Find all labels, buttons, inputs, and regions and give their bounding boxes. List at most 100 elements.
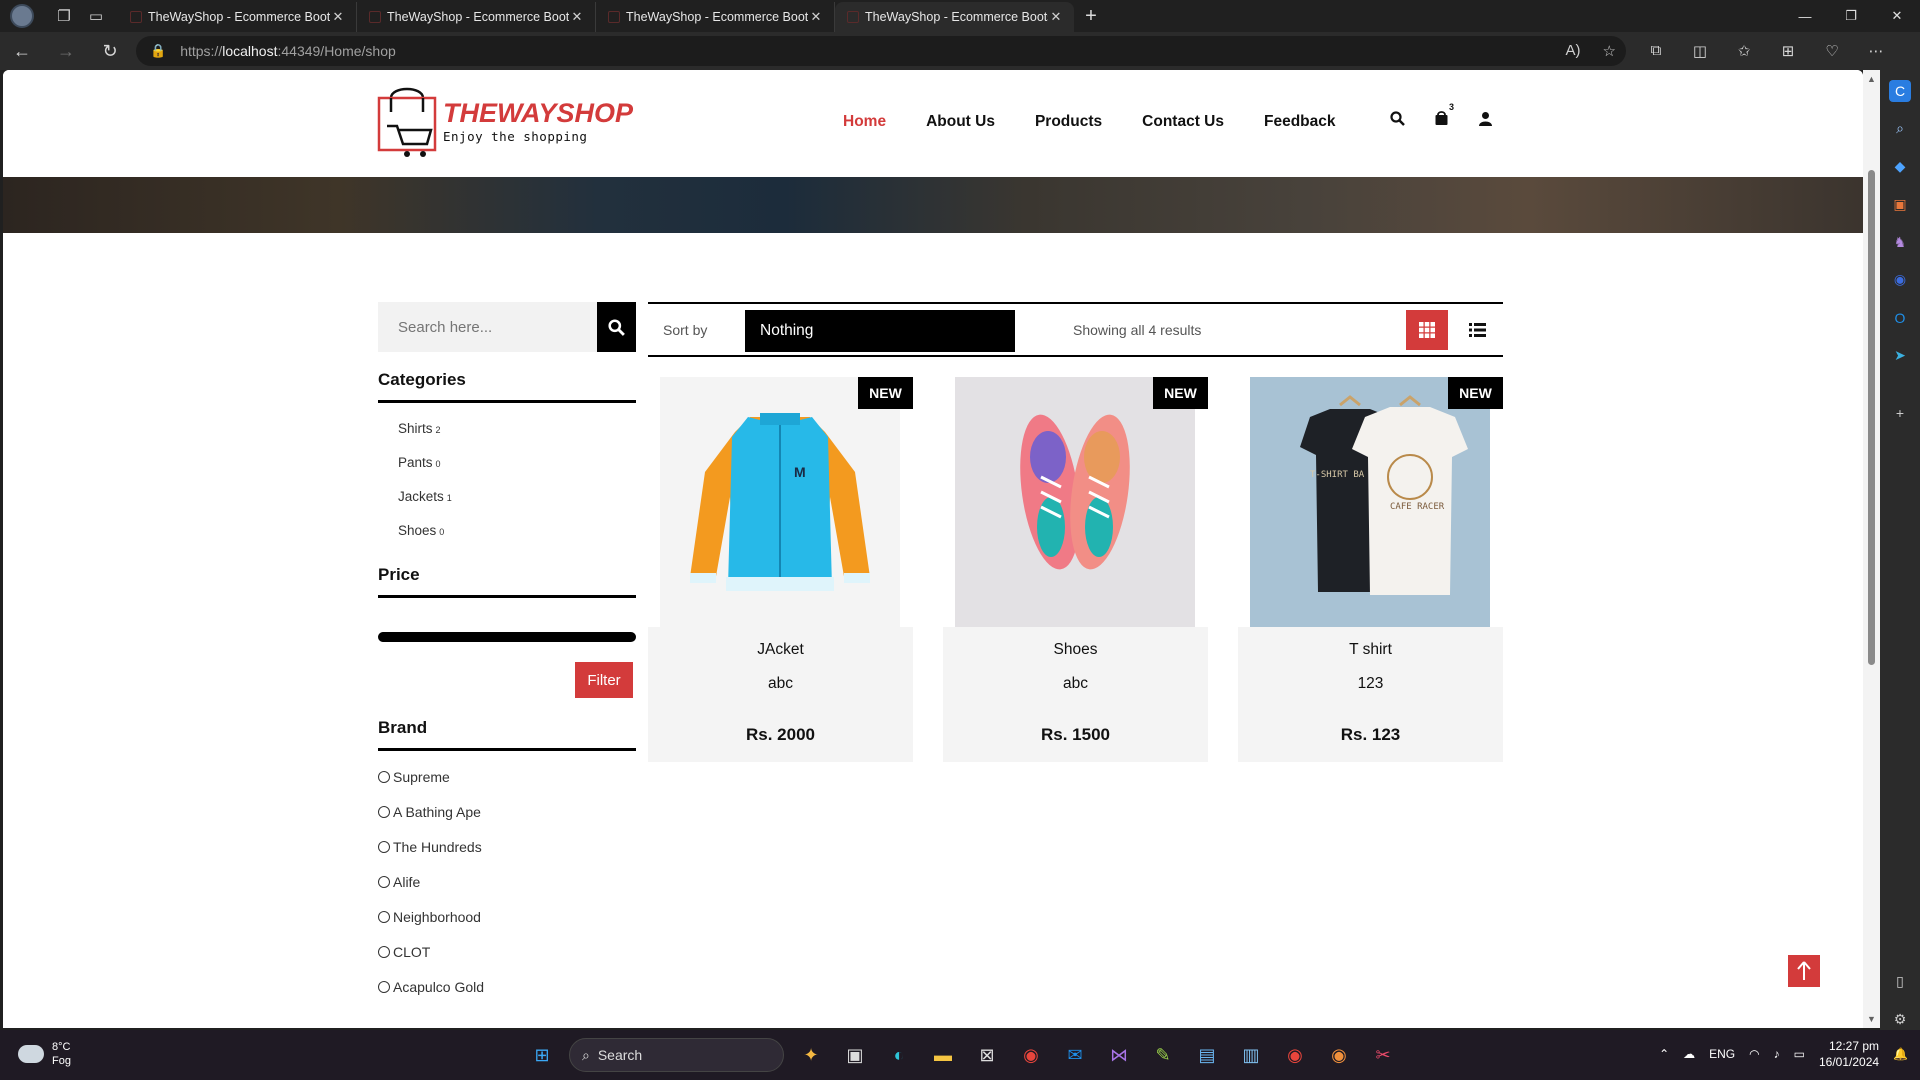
back-to-top-button[interactable] xyxy=(1788,955,1820,987)
browser-tab[interactable]: TheWayShop - Ecommerce Bootst ✕ xyxy=(596,2,835,32)
snipping-tool-icon[interactable]: ✂ xyxy=(1366,1038,1400,1072)
shopping-icon[interactable]: ◆ xyxy=(1889,156,1911,178)
tools-icon[interactable]: ▣ xyxy=(1889,193,1911,215)
radio-icon[interactable] xyxy=(378,806,390,818)
brand-option[interactable]: Acapulco Gold xyxy=(378,979,636,1014)
product-image[interactable]: CAFE RACER T-SHIRT BA xyxy=(1250,377,1490,627)
chrome-profile-icon[interactable]: ◉ xyxy=(1322,1038,1356,1072)
user-icon[interactable] xyxy=(1474,111,1496,131)
more-menu-icon[interactable]: ⋯ xyxy=(1854,42,1898,60)
outlook-icon[interactable]: O xyxy=(1889,307,1911,329)
notepad-icon[interactable]: ▥ xyxy=(1234,1038,1268,1072)
copilot-icon[interactable]: C xyxy=(1889,80,1911,102)
radio-icon[interactable] xyxy=(378,876,390,888)
chevron-up-icon[interactable]: ⌃ xyxy=(1659,1047,1669,1061)
scrollbar-thumb[interactable] xyxy=(1868,170,1875,665)
scroll-up-icon[interactable]: ▲ xyxy=(1867,74,1876,84)
brand-option[interactable]: A Bathing Ape xyxy=(378,804,636,839)
favorite-star-icon[interactable]: ☆ xyxy=(1603,42,1616,60)
search-icon[interactable] xyxy=(1386,110,1408,131)
file-explorer-icon[interactable]: ▬ xyxy=(926,1038,960,1072)
copilot-taskbar-icon[interactable]: ✦ xyxy=(794,1038,828,1072)
close-tab-icon[interactable]: ✕ xyxy=(569,9,585,25)
read-aloud-icon[interactable]: A) xyxy=(1566,42,1581,60)
windows-start-icon[interactable]: ⊞ xyxy=(525,1038,559,1072)
radio-icon[interactable] xyxy=(378,841,390,853)
favorites-icon[interactable]: ✩ xyxy=(1722,42,1766,60)
remote-desktop-icon[interactable]: ▤ xyxy=(1190,1038,1224,1072)
grid-view-icon[interactable] xyxy=(1406,310,1448,350)
brand-option[interactable]: The Hundreds xyxy=(378,839,636,874)
menu-about-us[interactable]: About Us xyxy=(926,113,995,131)
brand-option[interactable]: Alife xyxy=(378,874,636,909)
radio-icon[interactable] xyxy=(378,911,390,923)
brand-option[interactable]: Neighborhood xyxy=(378,909,636,944)
forward-icon[interactable]: → xyxy=(44,32,88,70)
browser-tab[interactable]: TheWayShop - Ecommerce Bootst ✕ xyxy=(118,2,357,32)
url-field[interactable]: 🔒 https://localhost:44349/Home/shop A) ☆ xyxy=(136,36,1626,66)
filter-button[interactable]: Filter xyxy=(575,662,633,698)
profile-avatar[interactable] xyxy=(10,4,34,28)
product-image[interactable]: M xyxy=(660,377,900,627)
collections-icon[interactable]: ⊞ xyxy=(1766,42,1810,60)
product-name[interactable]: T shirt xyxy=(1238,641,1503,659)
list-view-icon[interactable] xyxy=(1456,310,1498,350)
sort-select[interactable]: Nothing xyxy=(745,310,1015,352)
product-name[interactable]: Shoes xyxy=(943,641,1208,659)
site-logo[interactable]: THEWAYSHOP Enjoy the shopping xyxy=(377,82,633,160)
extensions-icon[interactable]: ⧉ xyxy=(1634,42,1678,60)
task-view-icon[interactable]: ▣ xyxy=(838,1038,872,1072)
category-item[interactable]: Pants 0 xyxy=(398,455,636,489)
sidebar-toggle-icon[interactable]: ▯ xyxy=(1889,970,1911,992)
menu-home[interactable]: Home xyxy=(843,113,886,131)
restore-icon[interactable]: ❐ xyxy=(1828,0,1874,32)
add-sidebar-icon[interactable]: + xyxy=(1889,403,1911,425)
games-icon[interactable]: ♞ xyxy=(1889,231,1911,253)
tab-actions-icon[interactable]: ▭ xyxy=(80,0,112,32)
page-scrollbar[interactable]: ▲ ▼ xyxy=(1863,70,1880,1028)
scroll-down-icon[interactable]: ▼ xyxy=(1867,1014,1876,1024)
send-icon[interactable]: ➤ xyxy=(1889,345,1911,367)
cart-icon[interactable]: 3 xyxy=(1430,102,1454,131)
browser-tab-active[interactable]: TheWayShop - Ecommerce Bootst ✕ xyxy=(835,2,1074,32)
wifi-icon[interactable]: ◠ xyxy=(1749,1047,1759,1061)
weather-widget[interactable]: 8°C Fog xyxy=(18,1040,71,1068)
back-icon[interactable]: ← xyxy=(0,32,44,70)
edge-icon[interactable]: ◐ xyxy=(882,1038,916,1072)
refresh-icon[interactable]: ↻ xyxy=(88,32,132,70)
product-image[interactable] xyxy=(955,377,1195,627)
menu-products[interactable]: Products xyxy=(1035,113,1102,131)
office-icon[interactable]: ◉ xyxy=(1889,269,1911,291)
close-tab-icon[interactable]: ✕ xyxy=(330,9,346,25)
workspaces-icon[interactable]: ❐ xyxy=(48,0,80,32)
brand-option[interactable]: CLOT xyxy=(378,944,636,979)
close-tab-icon[interactable]: ✕ xyxy=(1048,9,1064,25)
onedrive-icon[interactable]: ☁ xyxy=(1683,1047,1695,1061)
category-item[interactable]: Shoes 0 xyxy=(398,523,636,557)
product-card[interactable]: CAFE RACER T-SHIRT BA NEW T shirt 123 Rs… xyxy=(1238,377,1503,762)
split-screen-icon[interactable]: ◫ xyxy=(1678,42,1722,60)
brand-option[interactable]: Supreme xyxy=(378,769,636,804)
product-name[interactable]: JAcket xyxy=(648,641,913,659)
clock[interactable]: 12:27 pm 16/01/2024 xyxy=(1819,1038,1879,1070)
radio-icon[interactable] xyxy=(378,946,390,958)
chrome-icon[interactable]: ◉ xyxy=(1014,1038,1048,1072)
chrome-profile-icon[interactable]: ◉ xyxy=(1278,1038,1312,1072)
menu-contact-us[interactable]: Contact Us xyxy=(1142,113,1224,131)
category-item[interactable]: Shirts 2 xyxy=(398,421,636,455)
outlook-icon[interactable]: ✉ xyxy=(1058,1038,1092,1072)
price-range-slider[interactable] xyxy=(378,632,636,642)
taskbar-search[interactable]: ⌕ Search xyxy=(569,1038,784,1072)
radio-icon[interactable] xyxy=(378,771,390,783)
language-indicator[interactable]: ENG xyxy=(1709,1047,1735,1061)
new-tab-icon[interactable]: + xyxy=(1074,5,1108,28)
product-card[interactable]: NEW Shoes abc Rs. 1500 xyxy=(943,377,1208,762)
volume-icon[interactable]: ♪ xyxy=(1774,1047,1780,1061)
close-tab-icon[interactable]: ✕ xyxy=(808,9,824,25)
settings-icon[interactable]: ⚙ xyxy=(1889,1008,1911,1030)
search-input[interactable] xyxy=(378,302,597,352)
close-window-icon[interactable]: ✕ xyxy=(1874,0,1920,32)
app-icon[interactable]: ✎ xyxy=(1146,1038,1180,1072)
minimize-icon[interactable]: — xyxy=(1782,0,1828,32)
lock-icon[interactable]: 🔒 xyxy=(150,43,166,59)
